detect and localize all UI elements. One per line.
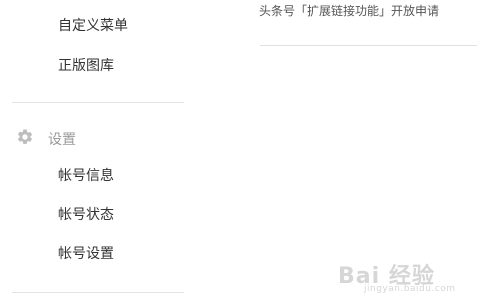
sidebar-item-account-settings[interactable]: 帐号设置 [58,245,114,263]
sidebar-item-account-status[interactable]: 帐号状态 [58,206,114,224]
sidebar-item-licensed-gallery[interactable]: 正版图库 [58,57,114,75]
sidebar-divider-bottom [12,292,184,293]
notice-divider [260,45,477,46]
watermark: Bai 经验 jingyan.baidu.com [338,258,470,298]
settings-section-title[interactable]: 设置 [48,131,76,149]
sidebar-item-custom-menu[interactable]: 自定义菜单 [58,17,128,35]
notice-link[interactable]: 头条号「扩展链接功能」开放申请 [259,3,439,19]
watermark-sub: jingyan.baidu.com [364,284,456,294]
sidebar-item-account-info[interactable]: 帐号信息 [58,167,114,185]
gear-icon [17,129,33,144]
sidebar-divider [12,102,184,103]
sidebar: 自定义菜单 正版图库 设置 帐号信息 帐号状态 帐号设置 [0,0,200,304]
page: 自定义菜单 正版图库 设置 帐号信息 帐号状态 帐号设置 头条号「扩展链接功能」… [0,0,478,304]
